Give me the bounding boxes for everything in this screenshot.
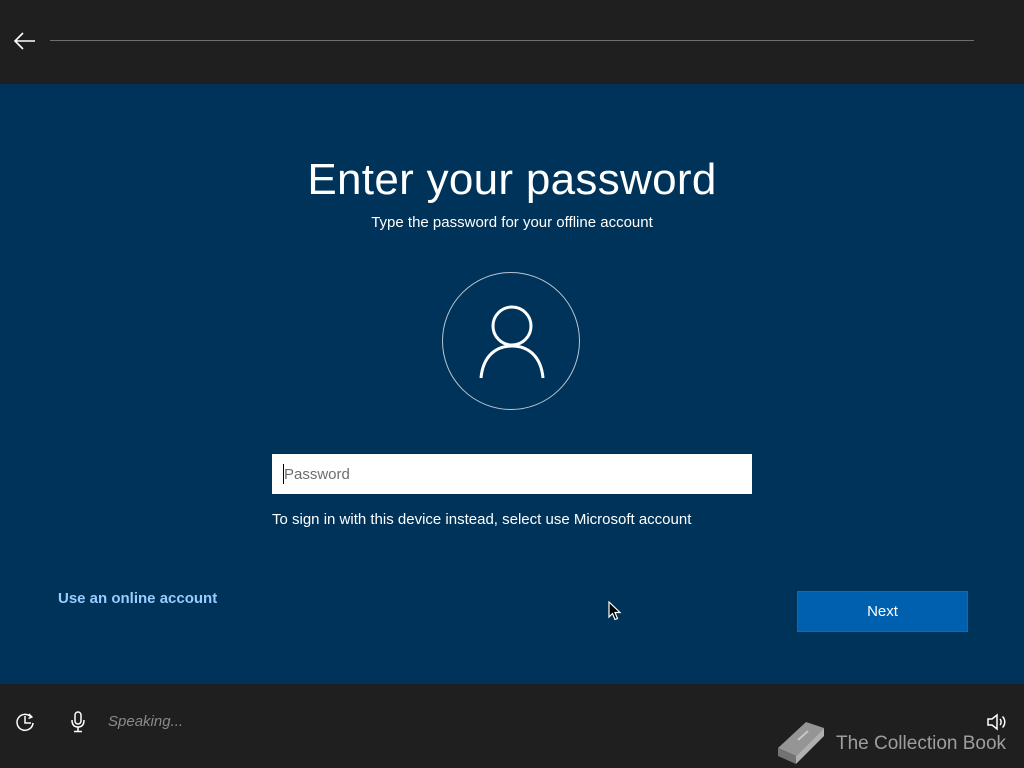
text-caret: [283, 464, 284, 484]
user-avatar: [442, 272, 580, 410]
main-panel: Enter your password Type the password fo…: [0, 84, 1024, 684]
ease-of-access-icon[interactable]: [14, 711, 36, 733]
top-bar: [0, 0, 1024, 84]
back-button[interactable]: [10, 27, 40, 55]
page-title: Enter your password: [307, 155, 717, 204]
watermark: The Collection Book: [772, 718, 1012, 766]
password-input[interactable]: [272, 454, 752, 494]
user-icon: [479, 305, 545, 379]
progress-line: [50, 40, 974, 41]
microphone-icon[interactable]: [68, 711, 88, 733]
page-subtitle: Type the password for your offline accou…: [371, 214, 653, 231]
mouse-cursor-icon: [608, 601, 622, 621]
watermark-text: The Collection Book: [836, 733, 1007, 754]
next-button[interactable]: Next: [797, 591, 968, 632]
use-online-account-link[interactable]: Use an online account: [58, 590, 217, 608]
bottom-bar: Speaking... The Collection Book: [0, 684, 1024, 768]
book-icon: [778, 722, 824, 764]
back-arrow-icon: [14, 32, 35, 50]
speech-status: Speaking...: [108, 713, 184, 730]
volume-icon[interactable]: [986, 711, 1008, 733]
sign-in-hint: To sign in with this device instead, sel…: [272, 511, 692, 528]
